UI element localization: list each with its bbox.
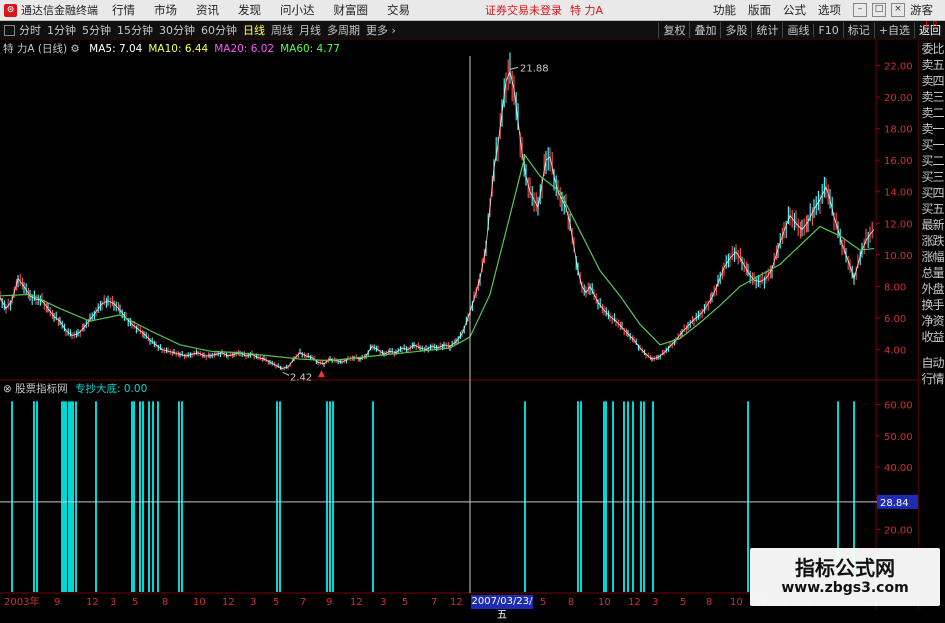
watermark-line1: 指标公式网 [795, 556, 895, 580]
y-tick-label: 6.00 [884, 314, 906, 325]
x-tick-label: 9 [326, 597, 332, 608]
y-tick-label: 14.00 [884, 188, 913, 199]
y-tick-label: 22.00 [884, 61, 913, 72]
sidebar-item[interactable]: 自动 [919, 355, 945, 371]
sidebar-item[interactable]: 外盘 [919, 281, 945, 297]
sidebar-item[interactable]: 卖三 [919, 89, 945, 105]
sidebar-item[interactable]: 卖二 [919, 105, 945, 121]
ind-y-tick-label: 60.00 [884, 401, 913, 412]
sidebar-item[interactable]: 涨跌 [919, 233, 945, 249]
price-chart[interactable]: 22.00 20.00 18.00 16.00 14.00 12.00 10.00 8.00 6… [0, 0, 945, 609]
ma5-line [0, 70, 875, 369]
high-marker [509, 66, 519, 70]
sidebar-item[interactable]: 卖五 [919, 57, 945, 73]
sidebar-item[interactable]: 换手 [919, 297, 945, 313]
y-tick-label: 4.00 [884, 346, 906, 357]
sidebar-item[interactable]: 买五 [919, 201, 945, 217]
sidebar-item[interactable]: 行情 [919, 371, 945, 387]
y-tick-label: 18.00 [884, 125, 913, 136]
y-tick-label: 12.00 [884, 219, 913, 230]
y-tick-label: 16.00 [884, 156, 913, 167]
sidebar-item[interactable]: 买四 [919, 185, 945, 201]
x-tick-label: 10 [193, 597, 206, 608]
x-tick-label: 3 [380, 597, 386, 608]
x-tick-label: 12 [222, 597, 235, 608]
sidebar-item[interactable]: 最新 [919, 217, 945, 233]
high-price-label: 21.88 [520, 63, 549, 74]
sidebar-item[interactable]: 买三 [919, 169, 945, 185]
sidebar-item[interactable]: 收益 [919, 329, 945, 345]
ma60-line [0, 154, 875, 362]
cursor-date: 2007/03/23/五 [471, 595, 533, 621]
ind-y-tick-label: 20.00 [884, 526, 913, 537]
x-tick-label: 3 [652, 597, 658, 608]
sidebar-item[interactable]: 卖一 [919, 121, 945, 137]
sidebar-header: L R [925, 20, 938, 29]
ind-y-tick-label: 50.00 [884, 432, 913, 443]
x-tick-label: 5 [273, 597, 279, 608]
y-tick-label: 8.00 [884, 282, 906, 293]
x-tick-label: 9 [54, 597, 60, 608]
ind-y-tick-label: 40.00 [884, 463, 913, 474]
sidebar-item[interactable]: 买二 [919, 153, 945, 169]
x-tick-label: 8 [162, 597, 168, 608]
y-tick-label: 10.00 [884, 251, 913, 262]
x-tick-label: 5 [132, 597, 138, 608]
x-tick-label: 12 [86, 597, 99, 608]
x-tick-label: 5 [680, 597, 686, 608]
x-tick-label: 3 [110, 597, 116, 608]
x-tick-label: 5 [540, 597, 546, 608]
low-marker [282, 372, 290, 376]
current-value-label: 28.84 [880, 498, 909, 509]
x-tick-label: 10 [598, 597, 611, 608]
sidebar-item[interactable]: 买一 [919, 137, 945, 153]
x-tick-label: 2003年 [4, 595, 39, 608]
watermark: 指标公式网 www.zbgs3.com [750, 548, 940, 606]
x-tick-label: 12 [450, 597, 463, 608]
watermark-line2: www.zbgs3.com [781, 580, 909, 596]
low-price-label: 2.42 [290, 372, 312, 383]
sidebar-item[interactable]: 总量 [919, 265, 945, 281]
y-tick-label: 20.00 [884, 93, 913, 104]
quote-sidebar: 委比 卖五 卖四 卖三 卖二 卖一 买一 买二 买三 买四 买五 最新 涨跌 涨幅 总量 外盘 换手 净资 收益自动… [918, 41, 945, 609]
x-tick-label: 8 [706, 597, 712, 608]
sidebar-item[interactable]: 委比 [919, 41, 945, 57]
x-tick-label: 5 [402, 597, 408, 608]
x-tick-label: 12 [628, 597, 641, 608]
sidebar-item[interactable]: 卖四 [919, 73, 945, 89]
x-tick-label: 3 [250, 597, 256, 608]
x-tick-label: 7 [300, 597, 306, 608]
x-tick-label: 8 [568, 597, 574, 608]
x-tick-label: 12 [350, 597, 363, 608]
event-marker: ▲ [318, 369, 325, 379]
x-tick-label: 10 [730, 597, 743, 608]
x-tick-label: 7 [431, 597, 437, 608]
sidebar-item[interactable]: 涨幅 [919, 249, 945, 265]
sidebar-item[interactable]: 净资 [919, 313, 945, 329]
